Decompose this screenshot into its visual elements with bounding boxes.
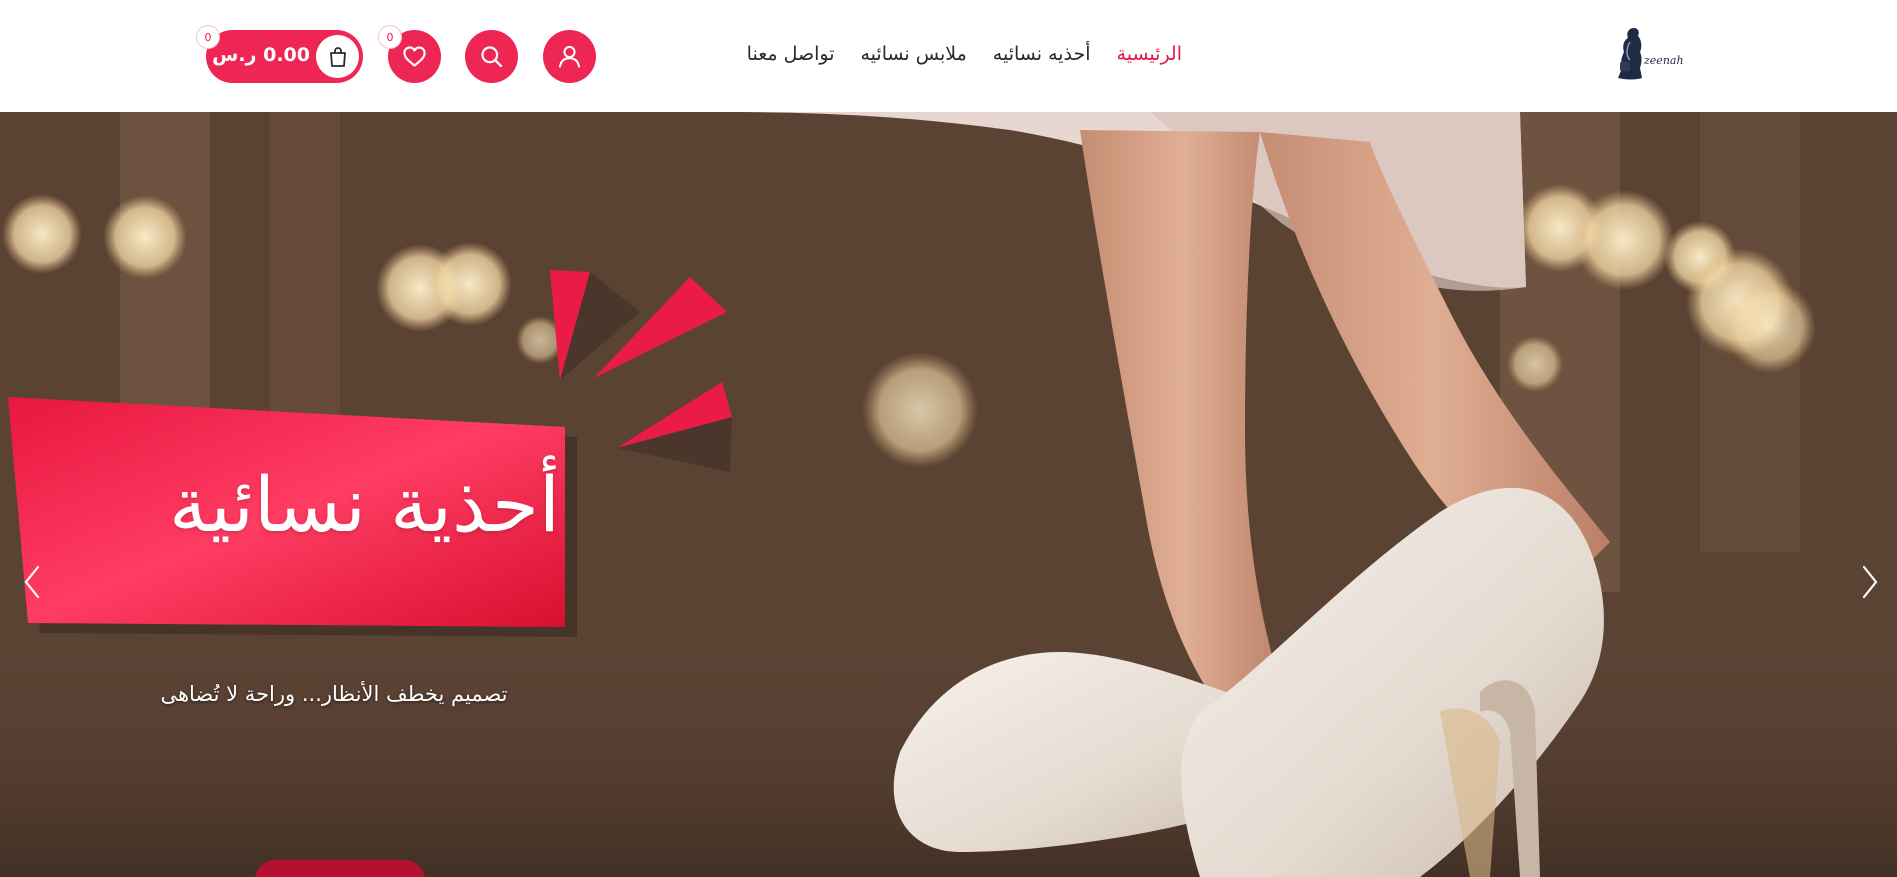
slider-next-button[interactable] — [1850, 554, 1890, 610]
search-icon — [481, 46, 503, 68]
nav-item-womens-shoes[interactable]: أحذيه نسائيه — [993, 43, 1091, 65]
cart-total: 0.00 ر.س — [212, 44, 310, 66]
nav-item-contact[interactable]: تواصل معنا — [747, 43, 835, 65]
search-button[interactable] — [465, 30, 518, 83]
wishlist-count-badge: 0 — [379, 26, 401, 48]
account-button[interactable] — [543, 30, 596, 83]
chevron-right-icon — [1862, 565, 1878, 599]
heart-icon — [403, 46, 426, 67]
user-icon — [558, 45, 581, 68]
nav-item-home[interactable]: الرئيسية — [1117, 43, 1182, 65]
shopping-bag-icon — [329, 46, 346, 67]
cart-button[interactable]: 0.00 ر.س — [206, 30, 363, 83]
svg-text:zeenah: zeenah — [1643, 54, 1684, 67]
nav-item-womens-clothes[interactable]: ملابس نسائيه — [860, 43, 966, 65]
site-header: zeenah الرئيسية أحذيه نسائيه ملابس نسائي… — [0, 0, 1897, 112]
cart-count-badge: 0 — [197, 26, 219, 48]
hero-title: أحذية نسائية — [169, 460, 560, 549]
chevron-left-icon — [24, 565, 40, 599]
hero-subtitle: تصميم يخطف الأنظار... وراحة لا تُضاهى — [160, 682, 508, 706]
cart-icon-container — [316, 35, 359, 78]
slider-prev-button[interactable] — [12, 554, 52, 610]
main-nav: الرئيسية أحذيه نسائيه ملابس نسائيه تواصل… — [700, 38, 1182, 70]
brand-logo[interactable]: zeenah — [1612, 22, 1696, 84]
